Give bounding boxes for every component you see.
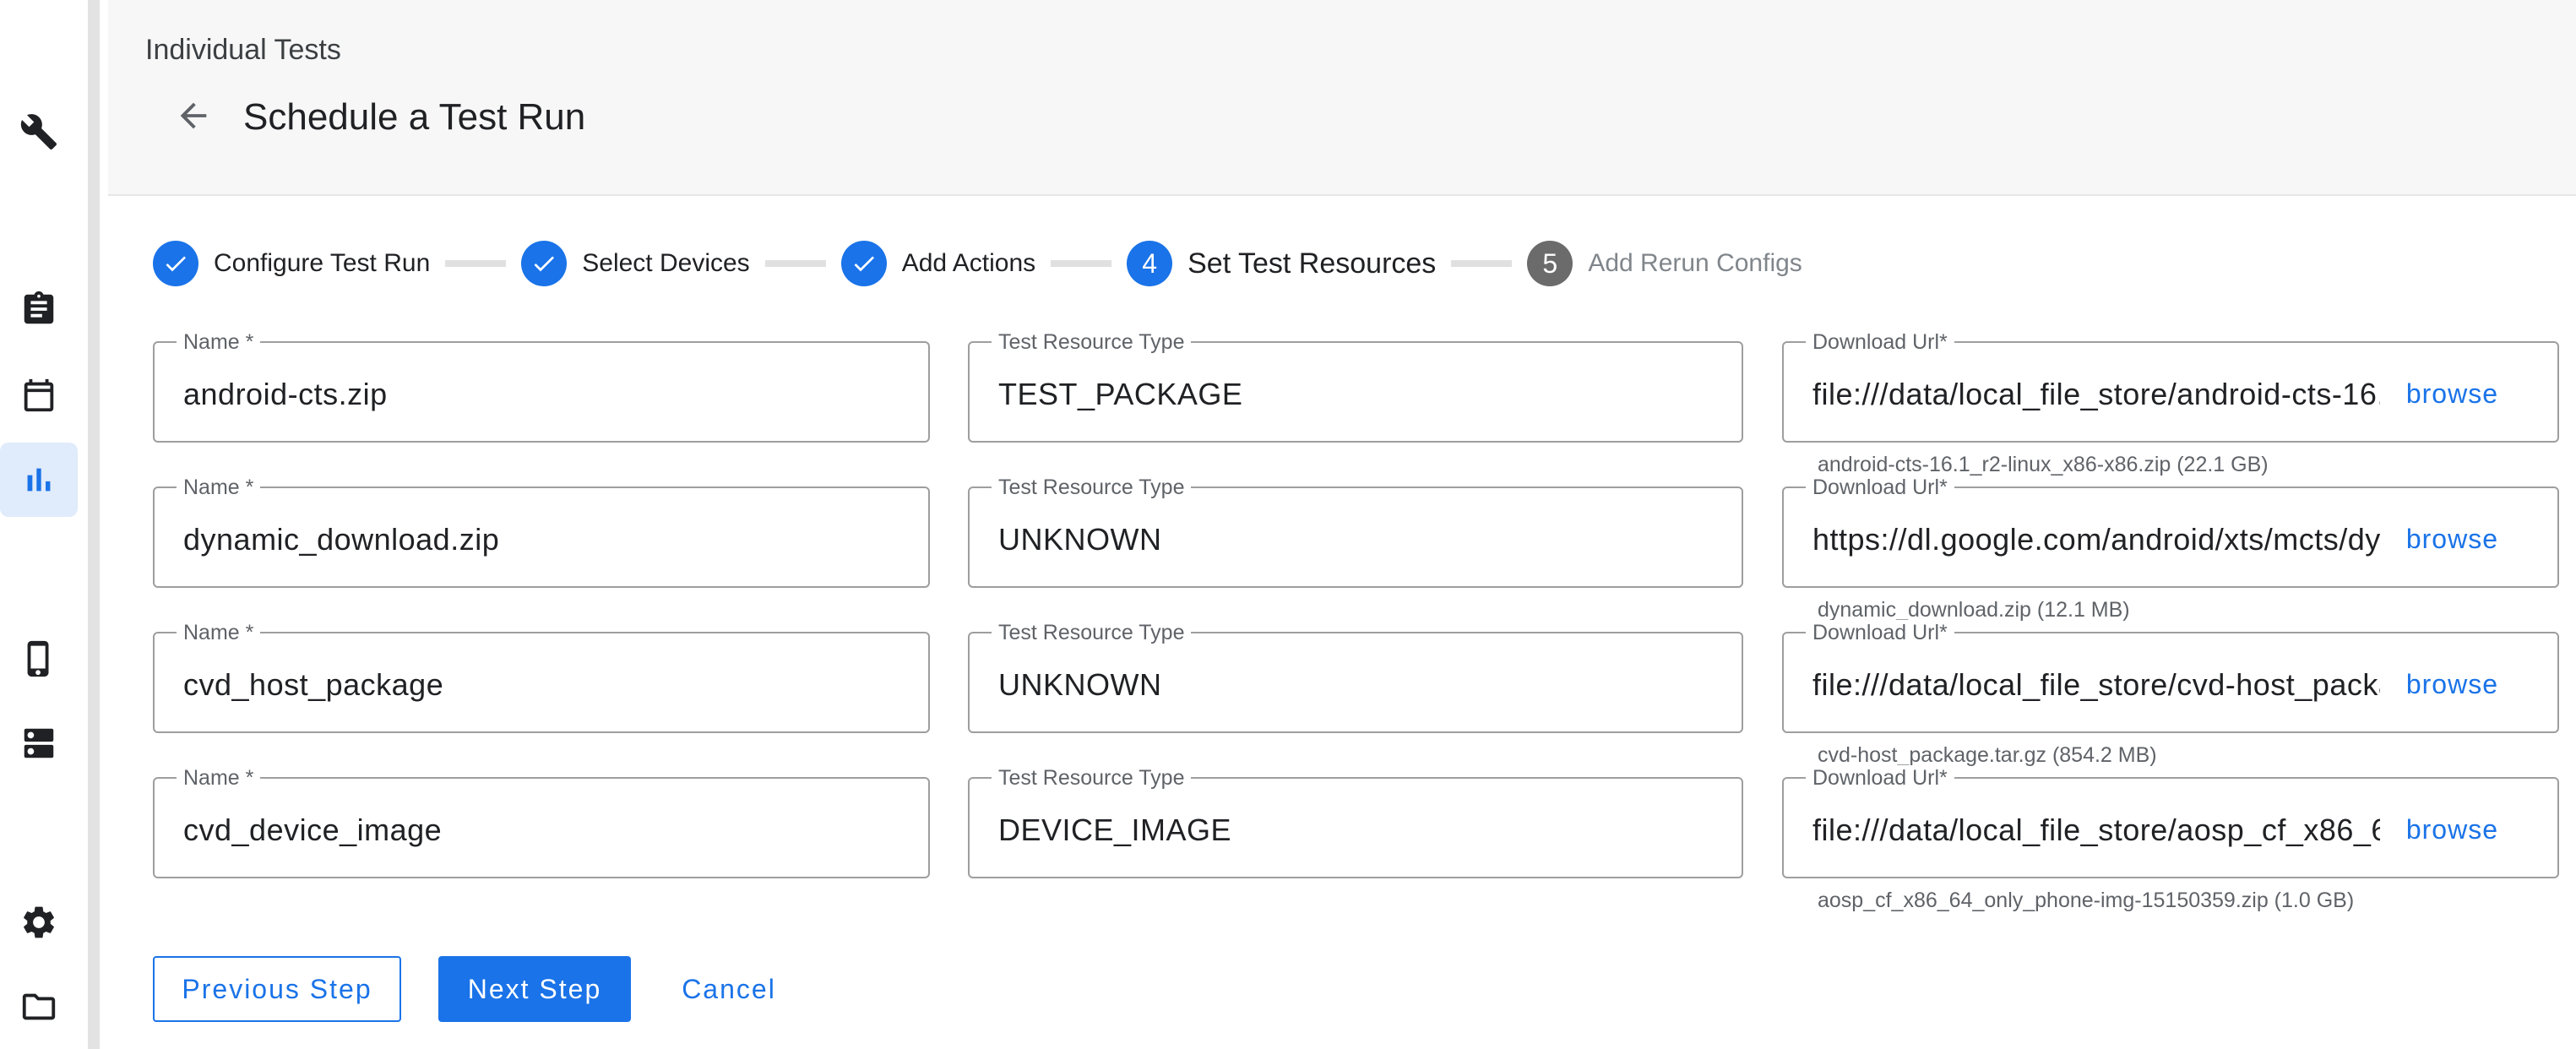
browse-button[interactable]: browse xyxy=(2406,524,2498,555)
name-input[interactable]: dynamic_download.zip xyxy=(183,522,901,557)
page-header: Individual Tests Schedule a Test Run xyxy=(108,0,2576,196)
field-label: Name * xyxy=(177,765,261,791)
step-connector xyxy=(1451,260,1513,267)
resource-type-field[interactable]: Test Resource Type UNKNOWN xyxy=(968,620,1743,733)
field-label: Name * xyxy=(177,475,261,500)
file-hint: dynamic_download.zip (12.1 MB) xyxy=(1818,598,2130,622)
gear-icon[interactable] xyxy=(0,885,78,959)
step-add-actions[interactable]: Add Actions xyxy=(840,241,1036,286)
name-input[interactable]: cvd_device_image xyxy=(183,813,901,848)
download-url-input[interactable]: file:///data/local_file_store/aosp_cf_x8… xyxy=(1812,813,2380,848)
field-label: Test Resource Type xyxy=(992,620,1192,645)
resource-type-field[interactable]: Test Resource Type DEVICE_IMAGE xyxy=(968,765,1743,878)
sidebar-scrollbar[interactable] xyxy=(88,0,100,1049)
step-number: 4 xyxy=(1127,241,1173,286)
name-field[interactable]: Name * android-cts.zip xyxy=(153,329,930,443)
download-url-input[interactable]: file:///data/local_file_store/cvd-host_p… xyxy=(1812,667,2380,703)
download-url-field[interactable]: Download Url* file:///data/local_file_st… xyxy=(1782,329,2559,443)
download-url-field[interactable]: Download Url* file:///data/local_file_st… xyxy=(1782,620,2559,733)
back-button[interactable] xyxy=(167,90,220,142)
check-icon xyxy=(153,241,198,286)
field-label: Download Url* xyxy=(1806,329,1954,355)
stepper: Configure Test Run Select Devices Add Ac… xyxy=(153,240,1802,287)
download-url-field[interactable]: Download Url* file:///data/local_file_st… xyxy=(1782,765,2559,878)
bar-chart-icon[interactable] xyxy=(0,443,78,517)
folder-icon-graphic xyxy=(22,993,56,1020)
step-label: Set Test Resources xyxy=(1187,247,1437,280)
name-input[interactable]: android-cts.zip xyxy=(183,377,901,412)
step-label: Configure Test Run xyxy=(214,249,431,277)
phone-icon-graphic xyxy=(27,640,49,677)
resource-type-select[interactable]: TEST_PACKAGE xyxy=(998,377,1716,412)
check-icon xyxy=(521,241,568,286)
calendar-icon-graphic xyxy=(24,378,54,412)
download-url-input[interactable]: file:///data/local_file_store/android-ct… xyxy=(1812,377,2380,412)
field-label: Name * xyxy=(177,329,261,355)
field-label: Test Resource Type xyxy=(992,475,1192,500)
field-label: Test Resource Type xyxy=(992,329,1192,355)
wrench-icon-graphic xyxy=(20,114,57,150)
step-connector xyxy=(1051,260,1112,267)
resource-type-select[interactable]: UNKNOWN xyxy=(998,667,1716,703)
step-label: Add Actions xyxy=(901,249,1036,277)
field-label: Download Url* xyxy=(1806,765,1954,791)
sidebar xyxy=(0,0,100,1049)
cancel-button[interactable]: Cancel xyxy=(665,956,793,1022)
resource-type-field[interactable]: Test Resource Type UNKNOWN xyxy=(968,475,1743,588)
arrow-back-icon xyxy=(180,102,207,129)
server-icon[interactable] xyxy=(0,706,78,780)
file-hint: android-cts-16.1_r2-linux_x86-x86.zip (2… xyxy=(1818,453,2269,476)
step-label: Select Devices xyxy=(582,249,750,277)
browse-button[interactable]: browse xyxy=(2406,378,2498,410)
file-hint: aosp_cf_x86_64_only_phone-img-15150359.z… xyxy=(1818,889,2355,912)
step-label: Add Rerun Configs xyxy=(1588,249,1802,277)
download-url-field[interactable]: Download Url* https://dl.google.com/andr… xyxy=(1782,475,2559,588)
name-field[interactable]: Name * cvd_device_image xyxy=(153,765,930,878)
field-label: Name * xyxy=(177,620,261,645)
step-configure-test-run[interactable]: Configure Test Run xyxy=(153,241,430,286)
calendar-icon[interactable] xyxy=(0,358,78,432)
step-connector xyxy=(764,260,826,267)
bar-chart-icon-graphic xyxy=(27,468,51,492)
phone-icon[interactable] xyxy=(0,622,78,696)
resource-type-select[interactable]: UNKNOWN xyxy=(998,522,1716,557)
browse-button[interactable]: browse xyxy=(2406,669,2498,700)
clipboard-icon[interactable] xyxy=(0,272,78,346)
name-field[interactable]: Name * dynamic_download.zip xyxy=(153,475,930,588)
step-add-rerun-configs[interactable]: 5 Add Rerun Configs xyxy=(1527,241,1802,286)
step-connector xyxy=(445,260,507,267)
step-select-devices[interactable]: Select Devices xyxy=(521,241,750,286)
field-label: Download Url* xyxy=(1806,620,1954,645)
clipboard-icon-graphic xyxy=(24,291,54,324)
resource-type-select[interactable]: DEVICE_IMAGE xyxy=(998,813,1716,848)
name-input[interactable]: cvd_host_package xyxy=(183,667,901,703)
browse-button[interactable]: browse xyxy=(2406,814,2498,845)
resource-type-field[interactable]: Test Resource Type TEST_PACKAGE xyxy=(968,329,1743,443)
download-url-input[interactable]: https://dl.google.com/android/xts/mcts/d… xyxy=(1812,522,2380,557)
check-icon xyxy=(840,241,887,286)
folder-icon[interactable] xyxy=(0,970,78,1044)
name-field[interactable]: Name * cvd_host_package xyxy=(153,620,930,733)
breadcrumb[interactable]: Individual Tests xyxy=(145,34,341,67)
wrench-icon[interactable] xyxy=(0,95,78,169)
step-number: 5 xyxy=(1527,241,1573,286)
field-label: Test Resource Type xyxy=(992,765,1192,791)
server-icon-graphic xyxy=(24,728,54,758)
step-set-test-resources[interactable]: 4 Set Test Resources xyxy=(1127,241,1436,286)
file-hint: cvd-host_package.tar.gz (854.2 MB) xyxy=(1818,743,2157,767)
next-step-button[interactable]: Next Step xyxy=(438,956,631,1022)
gear-icon-graphic xyxy=(24,906,54,938)
field-label: Download Url* xyxy=(1806,475,1954,500)
page-title: Schedule a Test Run xyxy=(243,96,586,138)
previous-step-button[interactable]: Previous Step xyxy=(153,956,401,1022)
